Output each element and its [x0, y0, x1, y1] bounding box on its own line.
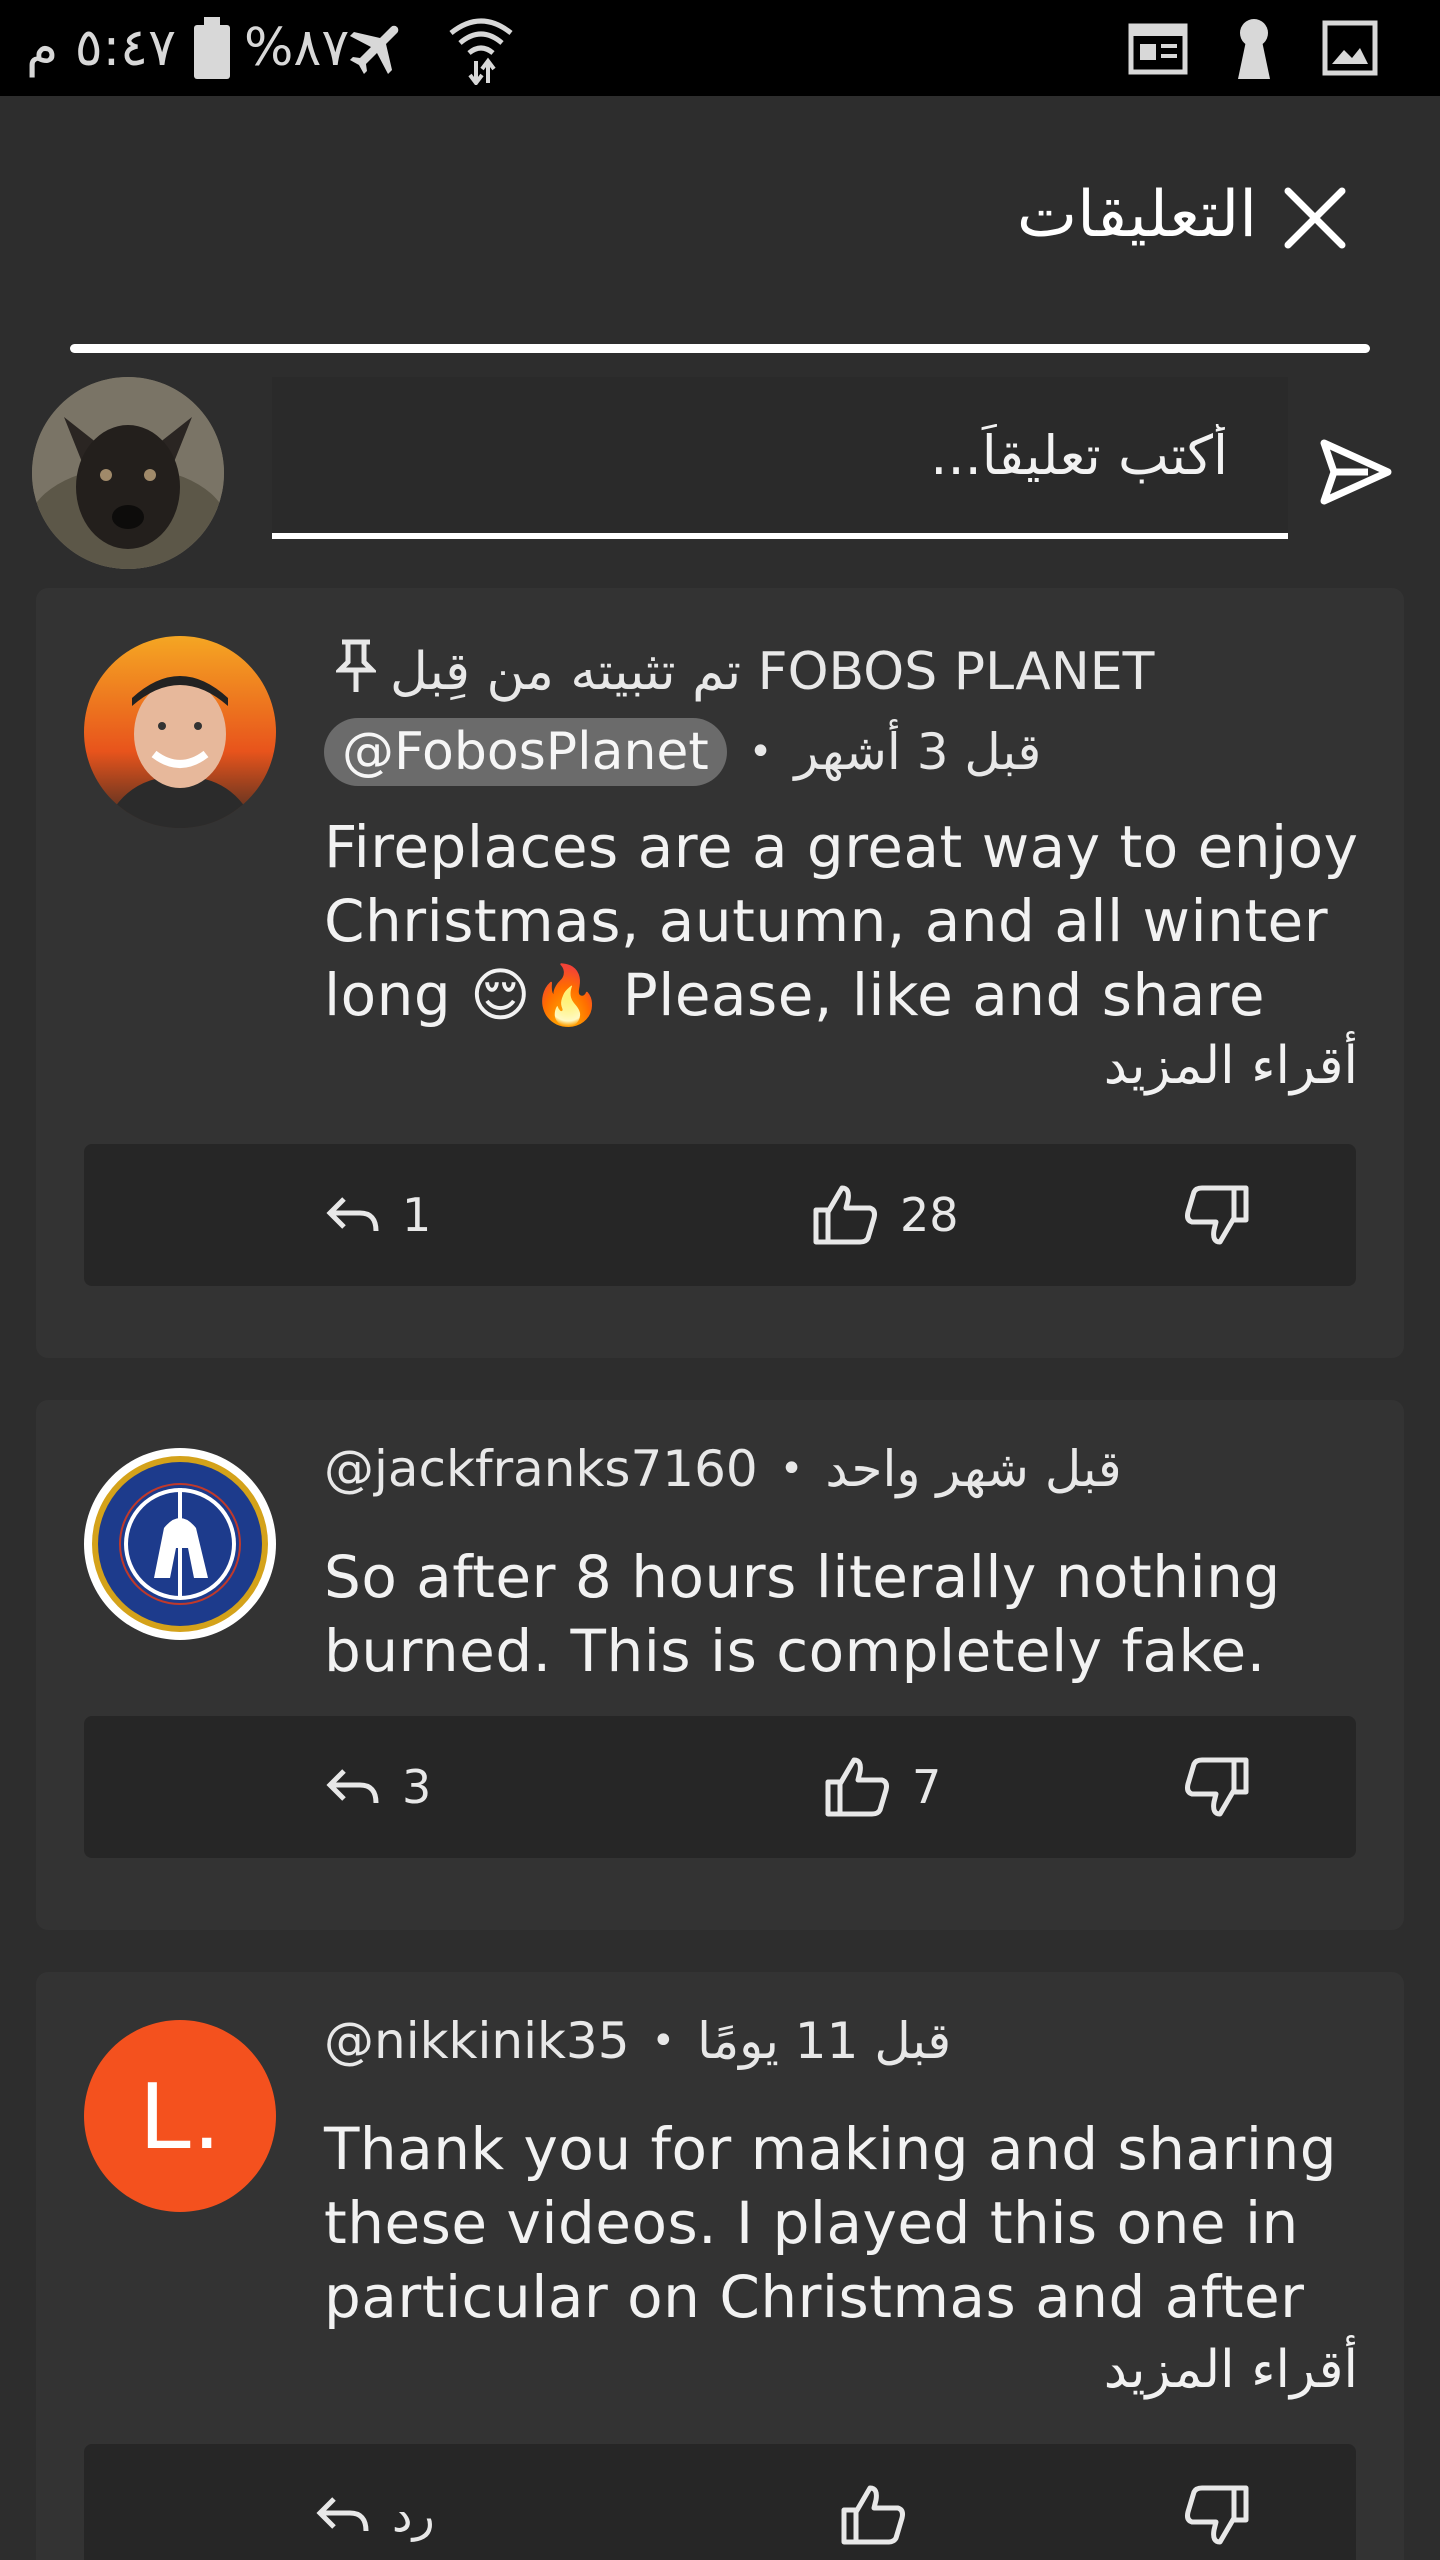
reply-button[interactable]: 1 [324, 1144, 431, 1286]
avatar[interactable] [84, 1448, 276, 1640]
image-icon [1322, 0, 1378, 96]
thumbs-down-icon [1185, 1757, 1249, 1817]
airplane-mode-icon [344, 0, 412, 96]
comment-time: قبل شهر واحد [825, 1440, 1122, 1498]
status-time: ٥:٤٧ م [26, 18, 177, 78]
comment-card: تم تثبيته من قِبل FOBOS PLANET @FobosPla… [36, 588, 1404, 1358]
send-icon[interactable] [1318, 437, 1394, 507]
like-button[interactable]: 7 [824, 1716, 941, 1858]
dislike-button[interactable] [1184, 1716, 1250, 1858]
thumbs-down-icon [1185, 2485, 1249, 2545]
read-more-link[interactable]: أقراء المزيد [1104, 2340, 1358, 2400]
wifi-icon [446, 0, 516, 96]
avatar[interactable] [32, 377, 224, 569]
comment-actions: 3 7 [84, 1716, 1356, 1858]
news-icon [1128, 0, 1188, 96]
thumbs-up-icon [825, 1757, 889, 1817]
comment-text: So after 8 hours literally nothing burne… [324, 1543, 1281, 1685]
reply-label: رد [392, 2488, 435, 2542]
comment-meta: @jackfranks7160 • قبل شهر واحد [324, 1440, 1122, 1498]
comment-author[interactable]: @jackfranks7160 [324, 1440, 758, 1498]
comment-time: قبل 3 أشهر [794, 723, 1042, 781]
reply-icon [326, 1769, 379, 1804]
comment-author[interactable]: @nikkinik35 [324, 2012, 630, 2070]
reply-button[interactable]: رد [314, 2444, 435, 2560]
read-more-link[interactable]: أقراء المزيد [1104, 1036, 1358, 1096]
comment-text: Thank you for making and sharing these v… [324, 2115, 1338, 2331]
avatar[interactable] [84, 636, 276, 828]
dislike-button[interactable] [1184, 1144, 1250, 1286]
close-icon[interactable] [1280, 183, 1350, 253]
comment-card: L. @nikkinik35 • قبل 11 يومًا Thank you … [36, 1972, 1404, 2560]
dislike-button[interactable] [1184, 2444, 1250, 2560]
thumbs-up-icon [813, 1185, 877, 1245]
status-bar: ٥:٤٧ م %٨٧ [0, 0, 1440, 96]
pin-icon [333, 636, 379, 707]
reply-button[interactable]: 3 [324, 1716, 431, 1858]
like-count: 28 [900, 1188, 959, 1242]
reply-count: 3 [402, 1760, 432, 1814]
like-button[interactable]: 28 [812, 1144, 959, 1286]
comment-meta: @nikkinik35 • قبل 11 يومًا [324, 2012, 952, 2070]
reply-count: 1 [402, 1188, 432, 1242]
page-title: التعليقات [1016, 178, 1257, 252]
thumbs-down-icon [1185, 1185, 1249, 1245]
reply-icon [316, 2497, 369, 2532]
comment-input[interactable] [272, 377, 1288, 539]
comment-actions: 1 28 [84, 1144, 1356, 1286]
battery-icon [190, 0, 234, 96]
comment-meta: @FobosPlanet • قبل 3 أشهر [324, 718, 1041, 786]
like-button[interactable] [840, 2444, 906, 2560]
comment-card: @jackfranks7160 • قبل شهر واحد So after … [36, 1400, 1404, 1930]
keyhole-icon [1232, 0, 1276, 96]
like-count: 7 [912, 1760, 942, 1814]
pinned-label: تم تثبيته من قِبل FOBOS PLANET [333, 636, 1154, 707]
header-divider [70, 344, 1370, 353]
thumbs-up-icon [841, 2485, 905, 2545]
comment-text: Fireplaces are a great way to enjoy Chri… [324, 813, 1359, 1029]
reply-icon [326, 1197, 379, 1232]
comment-author[interactable]: @FobosPlanet [324, 718, 727, 786]
battery-percent: %٨٧ [244, 18, 350, 78]
comment-time: قبل 11 يومًا [697, 2012, 952, 2070]
avatar[interactable]: L. [84, 2020, 276, 2212]
avatar-letter: L. [139, 2062, 221, 2169]
comment-actions: رد [84, 2444, 1356, 2560]
